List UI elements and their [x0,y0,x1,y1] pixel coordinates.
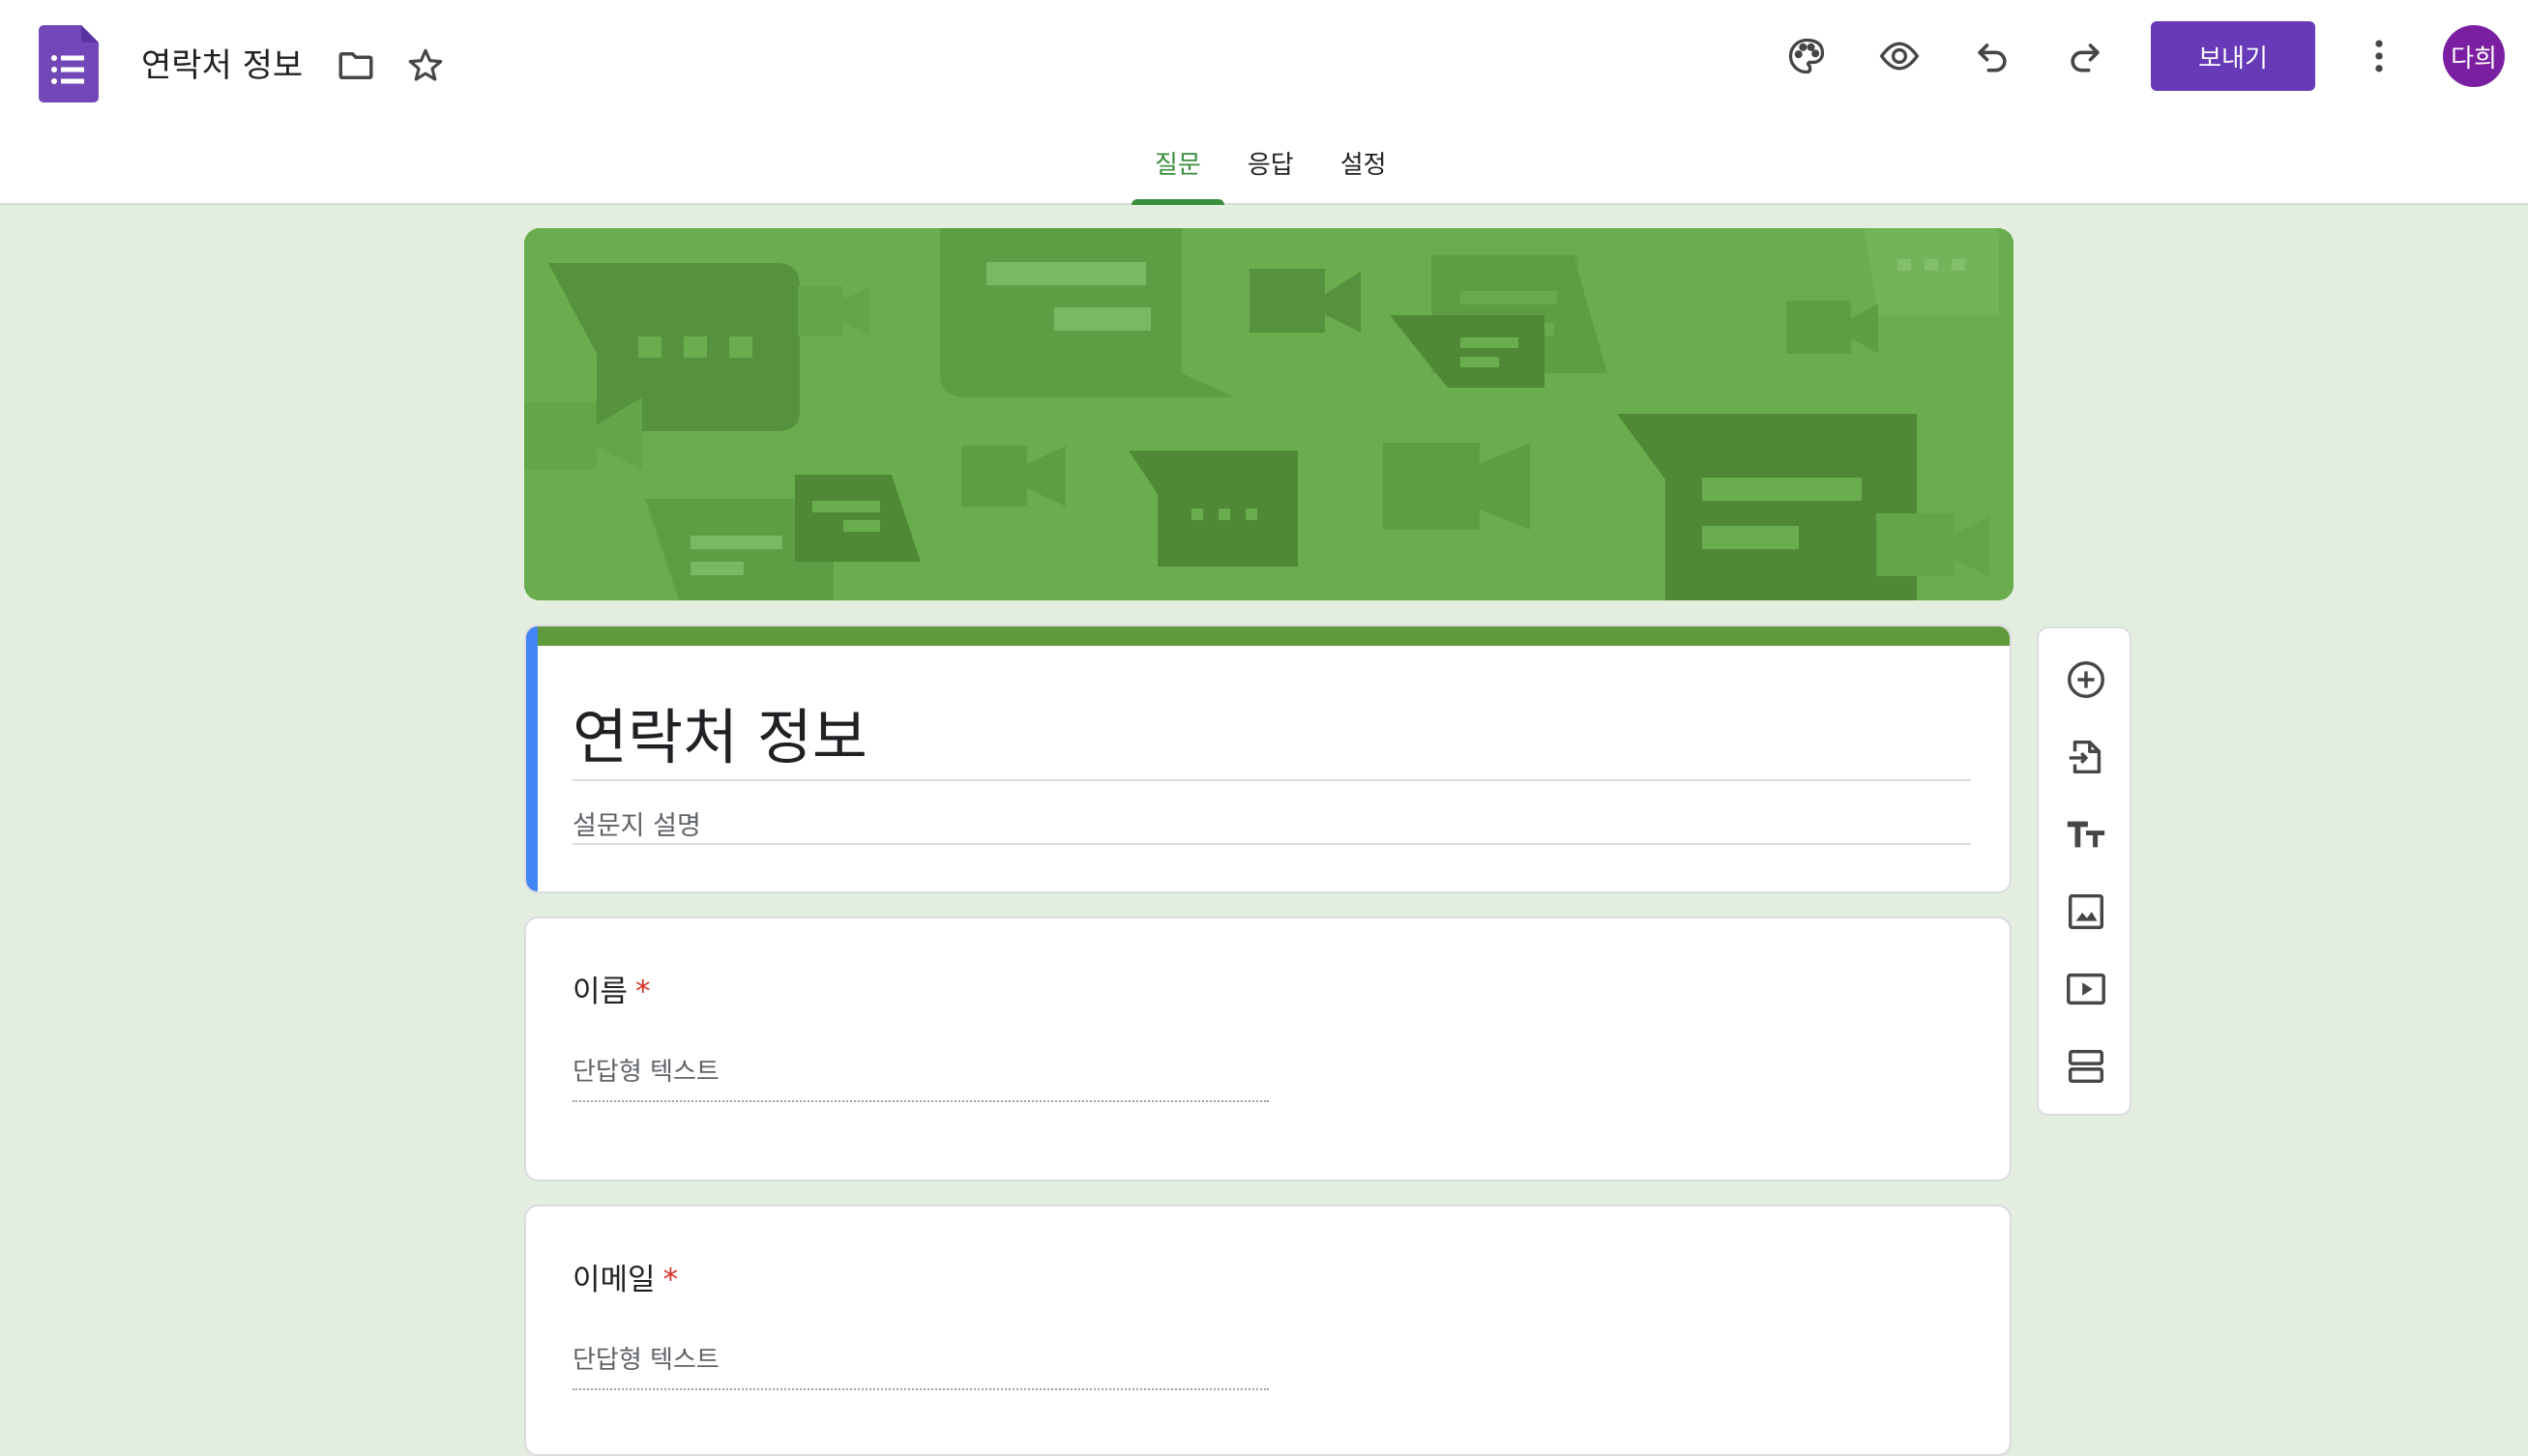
document-title[interactable]: 연락처 정보 [141,39,303,86]
add-title-icon[interactable] [2060,808,2112,860]
palette-icon[interactable] [1778,27,1836,85]
short-answer-underline [573,1388,1269,1390]
question-title: 이메일 [573,1263,656,1297]
required-asterisk: * [662,1263,679,1297]
add-question-icon[interactable] [2060,654,2112,706]
undo-icon[interactable] [1963,27,2021,85]
short-answer-placeholder: 단답형 텍스트 [573,1346,720,1375]
folder-icon[interactable] [333,43,379,89]
star-icon[interactable] [402,43,449,89]
form-title-underline [573,779,1971,781]
selected-card-indicator [526,626,538,891]
question-card-email[interactable]: 이메일 * 단답형 텍스트 [524,1205,2012,1456]
add-image-icon[interactable] [2060,886,2112,938]
avatar[interactable]: 다희 [2443,25,2505,87]
redo-icon[interactable] [2056,27,2114,85]
add-video-icon[interactable] [2060,963,2112,1015]
floating-question-toolbar [2037,626,2131,1116]
title-card-accent-bar [526,626,2010,646]
header-banner-image[interactable] [524,228,2014,600]
form-title[interactable]: 연락처 정보 [573,688,867,775]
short-answer-placeholder: 단답형 텍스트 [573,1058,720,1087]
question-label[interactable]: 이메일 * [573,1255,678,1298]
question-card-name[interactable]: 이름 * 단답형 텍스트 [524,917,2012,1181]
tab-responses[interactable]: 응답 [1224,145,1317,205]
preview-eye-icon[interactable] [1870,27,1928,85]
short-answer-underline [573,1100,1269,1102]
tab-settings[interactable]: 설정 [1317,145,1410,205]
tab-questions[interactable]: 질문 [1132,145,1224,205]
form-title-card: 연락처 정보 설문지 설명 [524,625,2012,893]
form-description-field[interactable]: 설문지 설명 [573,804,701,842]
required-asterisk: * [635,975,651,1009]
form-description-underline [573,843,1971,845]
top-bar: 연락처 정보 보내기 다희 질문 응답 설정 [0,0,2528,205]
question-title: 이름 [573,975,629,1009]
import-questions-icon[interactable] [2060,731,2112,783]
google-forms-logo-icon[interactable] [39,25,99,102]
form-tabs: 질문 응답 설정 [1132,145,1410,205]
send-button[interactable]: 보내기 [2151,21,2315,91]
question-label[interactable]: 이름 * [573,967,651,1010]
add-section-icon[interactable] [2060,1040,2112,1092]
more-vert-icon[interactable] [2350,27,2408,85]
